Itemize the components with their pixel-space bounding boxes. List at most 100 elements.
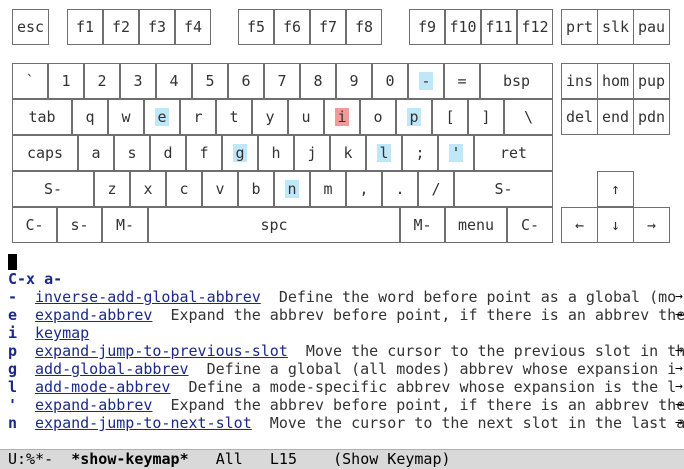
- modeline-buffer-name: *show-keymap*: [71, 450, 189, 468]
- key-0-11-f11: f11: [481, 9, 517, 45]
- key-3-2-s: s: [114, 135, 150, 171]
- key-label: 6: [241, 72, 251, 90]
- binding-row: e expand-abbrev Expand the abbrev before …: [8, 306, 684, 324]
- key-label: 4: [169, 72, 179, 90]
- command-link[interactable]: expand-abbrev: [35, 396, 152, 414]
- modeline-position: All: [215, 450, 243, 468]
- key-label: f11: [485, 18, 513, 36]
- key-label: hom: [601, 72, 630, 90]
- key-label: bsp: [502, 72, 531, 90]
- key-label: h: [271, 144, 281, 162]
- key-2-13-x92: \: [504, 99, 553, 135]
- key-3-3-d: d: [150, 135, 186, 171]
- truncation-arrow-icon: →: [675, 361, 683, 376]
- key-label: n: [285, 180, 299, 198]
- binding-row: l add-mode-abbrev Define a mode-specific …: [8, 378, 684, 396]
- keyboard-layout: esc f1 f2 f3 f4 f5 f6 f7 f8 f9 f10 f11 f12 prt slk pau `…: [0, 0, 684, 250]
- key-label: 8: [313, 72, 323, 90]
- key-label: S-: [43, 180, 63, 198]
- binding-key: p: [8, 342, 18, 360]
- key-5-5-menu: menu: [445, 207, 507, 243]
- key-label: C-: [520, 216, 540, 234]
- key-label: f1: [75, 18, 95, 36]
- key-label: 9: [349, 72, 359, 90]
- command-description: Expand the abbrev before point, if there…: [152, 396, 684, 414]
- key-label: y: [265, 108, 275, 126]
- key-label: d: [163, 144, 173, 162]
- key-4-2-x: x: [130, 171, 166, 207]
- key-label: 0: [385, 72, 395, 90]
- key-4-6-n: n: [274, 171, 310, 207]
- key-5-3-spc: spc: [148, 207, 400, 243]
- key-0-3-f3: f3: [139, 9, 175, 45]
- command-link[interactable]: expand-jump-to-next-slot: [35, 414, 252, 432]
- key-3-12-ret: ret: [474, 135, 553, 171]
- key-label: pup: [637, 72, 666, 90]
- key-0-4-f4: f4: [175, 9, 211, 45]
- command-link[interactable]: add-global-abbrev: [35, 360, 189, 378]
- key-label: e: [155, 108, 169, 126]
- key-3-8-k: k: [330, 135, 366, 171]
- key-label: ←: [574, 216, 585, 234]
- key-2-3-e: e: [144, 99, 180, 135]
- key-0-5-f5: f5: [238, 9, 274, 45]
- key-4-7-m: m: [310, 171, 346, 207]
- key-3-11-x39: ': [438, 135, 474, 171]
- truncation-arrow-icon: →: [675, 397, 683, 412]
- key-label: w: [121, 108, 131, 126]
- key-label: `: [25, 72, 35, 90]
- binding-row: n expand-jump-to-next-slot Move the curso…: [8, 414, 684, 432]
- key-0-15-pau: pau: [633, 9, 670, 45]
- key-label: .: [395, 180, 405, 198]
- binding-key: l: [8, 378, 18, 396]
- key-1-6-6: 6: [228, 63, 264, 99]
- key-label: ,: [359, 180, 369, 198]
- key-4-11-Sx45: S-: [454, 171, 553, 207]
- key-label: a: [91, 144, 101, 162]
- key-2-12-x93: ]: [468, 99, 504, 135]
- command-description: Move the cursor to the next slot in the …: [251, 414, 684, 432]
- key-1-0-x96: `: [12, 63, 48, 99]
- binding-row: ' expand-abbrev Expand the abbrev before …: [8, 396, 684, 414]
- key-label: ': [449, 144, 463, 162]
- key-2-10-p: p: [396, 99, 432, 135]
- key-label: del: [565, 108, 594, 126]
- key-label: prt: [565, 18, 594, 36]
- key-2-15-end: end: [597, 99, 634, 135]
- key-2-1-q: q: [72, 99, 108, 135]
- key-label: l: [377, 144, 391, 162]
- key-label: m: [323, 180, 333, 198]
- key-label: f7: [318, 18, 338, 36]
- key-label: o: [373, 108, 383, 126]
- key-2-2-w: w: [108, 99, 144, 135]
- key-1-12-x61: =: [444, 63, 480, 99]
- binding-key: ': [8, 396, 18, 414]
- key-label: tab: [28, 108, 56, 126]
- key-2-9-o: o: [360, 99, 396, 135]
- key-4-8-x44: ,: [346, 171, 382, 207]
- key-2-8-i: i: [324, 99, 360, 135]
- key-2-11-x91: [: [432, 99, 468, 135]
- key-1-9-9: 9: [336, 63, 372, 99]
- binding-key: g: [8, 360, 18, 378]
- key-label: t: [229, 108, 239, 126]
- key-label: S-: [494, 180, 513, 198]
- command-description: Define a mode-specific abbrev whose expa…: [170, 378, 677, 396]
- key-5-0-Cx45: C-: [12, 207, 57, 243]
- key-0-7-f7: f7: [310, 9, 346, 45]
- key-1-3-3: 3: [120, 63, 156, 99]
- key-4-9-x46: .: [382, 171, 418, 207]
- binding-row: g add-global-abbrev Define a global (all …: [8, 360, 684, 378]
- key-label: x: [143, 180, 153, 198]
- key-3-0-caps: caps: [12, 135, 78, 171]
- key-1-15-hom: hom: [597, 63, 634, 99]
- command-link[interactable]: keymap: [35, 324, 89, 342]
- key-label: f4: [183, 18, 203, 36]
- key-1-11-x45: -: [408, 63, 444, 99]
- key-4-0-Sx45: S-: [12, 171, 94, 207]
- key-1-4-4: 4: [156, 63, 192, 99]
- command-link[interactable]: add-mode-abbrev: [35, 378, 170, 396]
- command-link[interactable]: expand-jump-to-previous-slot: [35, 342, 288, 360]
- command-link[interactable]: inverse-add-global-abbrev: [35, 288, 261, 306]
- command-link[interactable]: expand-abbrev: [35, 306, 152, 324]
